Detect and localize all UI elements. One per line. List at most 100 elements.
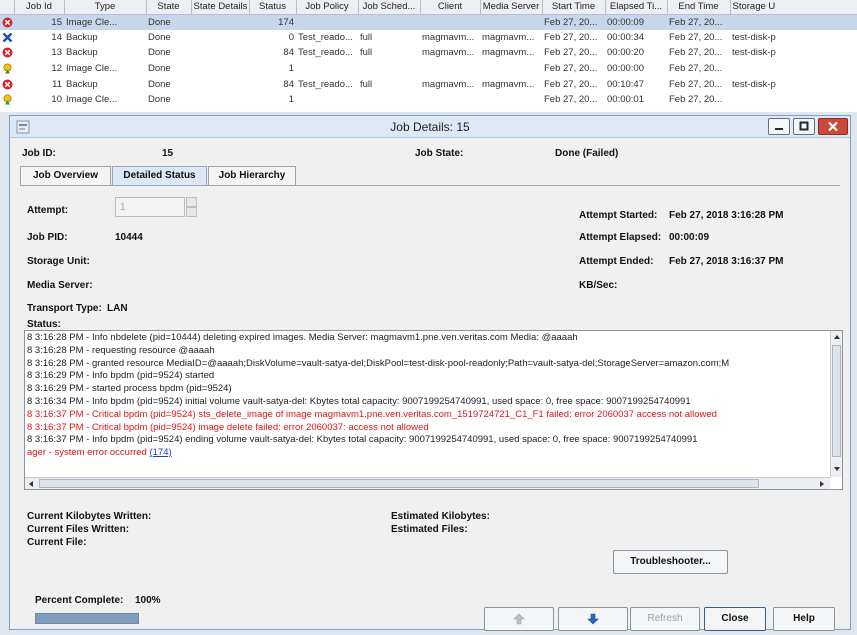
cell-media-server: magmavm... — [482, 78, 535, 90]
cell-end: Feb 27, 20... — [669, 63, 723, 75]
cell-schedule: full — [360, 78, 373, 90]
column-header[interactable]: Type — [64, 0, 147, 15]
error-icon — [2, 79, 13, 90]
cell-client: magmavm... — [422, 78, 475, 90]
cell-job-id: 13 — [51, 47, 62, 59]
scroll-up-icon[interactable] — [831, 331, 843, 343]
log-line: 8 3:16:37 PM - Critical bpdm (pid=9524) … — [27, 421, 429, 433]
table-row[interactable]: 10 Image Cle... Done 1 Feb 27, 20... 00:00:01… — [0, 92, 857, 108]
tab-divider — [20, 185, 840, 186]
close-window-button[interactable] — [818, 118, 848, 135]
cell-elapsed: 00:00:34 — [607, 31, 644, 43]
dialog-titlebar[interactable]: Job Details: 15 — [10, 116, 850, 138]
column-header[interactable]: Job Sched... — [358, 0, 421, 15]
horizontal-scroll-thumb[interactable] — [39, 479, 759, 488]
scroll-down-icon[interactable] — [831, 463, 843, 475]
column-header[interactable]: Start Time — [542, 0, 606, 15]
table-row[interactable]: 14 Backup Done 0 Test_reado... full magmavm...… — [0, 30, 857, 46]
cell-schedule — [358, 61, 420, 77]
transport-type-label: Transport Type: — [27, 303, 102, 314]
cell-media-server: magmavm... — [482, 31, 535, 43]
status-log[interactable]: 8 3:16:28 PM - Info nbdelete (pid=10444)… — [24, 330, 843, 490]
cell-status: 1 — [288, 63, 294, 75]
scroll-left-icon[interactable] — [25, 478, 37, 490]
table-row[interactable]: 15 Image Cle... Done 174 Feb 27, 20... 00:00:… — [0, 14, 857, 30]
current-kb-written-label: Current Kilobytes Written: — [27, 511, 152, 522]
column-header[interactable]: State Details — [191, 0, 250, 15]
cell-state: Done — [148, 47, 171, 59]
cell-state-details — [191, 45, 249, 61]
column-header[interactable]: State — [146, 0, 192, 15]
warning-icon — [2, 94, 13, 105]
cell-state: Done — [148, 31, 171, 43]
cell-elapsed: 00:00:20 — [607, 47, 644, 59]
horizontal-scrollbar[interactable] — [25, 477, 830, 489]
status-code-link[interactable]: (174) — [149, 447, 171, 458]
cell-state: Done — [146, 14, 191, 30]
log-line: 8 3:16:28 PM - granted resource MediaID=… — [27, 357, 730, 369]
cell-end: Feb 27, 20... — [669, 78, 723, 90]
column-header[interactable]: Job Policy — [296, 0, 359, 15]
spin-down-button[interactable] — [186, 207, 197, 217]
log-line: 8 3:16:28 PM - requesting resource @aaaa… — [27, 344, 215, 356]
job-id-label: Job ID: — [22, 148, 56, 159]
vertical-scrollbar[interactable] — [830, 331, 842, 477]
attempt-input[interactable] — [115, 197, 185, 217]
attempt-spinner[interactable] — [115, 197, 197, 217]
tab-job-overview[interactable]: Job Overview — [20, 166, 111, 185]
job-table-header: Job Id Type State State Details Status J… — [0, 0, 857, 15]
cell-start: Feb 27, 20... — [544, 63, 598, 75]
table-row[interactable]: 13 Backup Done 84 Test_reado... full magmavm..… — [0, 45, 857, 61]
cell-client — [420, 61, 480, 77]
refresh-button[interactable]: Refresh — [630, 607, 700, 631]
maximize-button[interactable] — [793, 118, 815, 135]
status-label: Status: — [27, 319, 61, 330]
column-header[interactable]: End Time — [667, 0, 731, 15]
column-header[interactable]: Elapsed Ti... — [605, 0, 668, 15]
cell-elapsed: 00:10:47 — [607, 78, 644, 90]
job-table[interactable]: Job Id Type State State Details Status J… — [0, 0, 857, 112]
cell-elapsed: 00:00:01 — [607, 94, 644, 106]
cell-state-details — [191, 30, 249, 46]
cell-type: Image Cle... — [66, 63, 118, 75]
column-header-icon[interactable] — [0, 0, 15, 15]
cancelled-icon — [2, 32, 13, 43]
column-header[interactable]: Client — [420, 0, 481, 15]
row-status-cell — [0, 14, 14, 30]
scroll-right-icon[interactable] — [816, 478, 828, 490]
previous-attempt-button[interactable] — [484, 607, 554, 631]
help-button[interactable]: Help — [773, 607, 835, 631]
cell-media-server — [480, 92, 542, 108]
percent-complete-label: Percent Complete: — [35, 595, 124, 606]
column-header[interactable]: Status — [249, 0, 297, 15]
spin-up-button[interactable] — [186, 197, 197, 207]
column-header[interactable]: Media Server — [480, 0, 543, 15]
cell-end: Feb 27, 20... — [667, 14, 730, 30]
vertical-scroll-thumb[interactable] — [832, 345, 841, 457]
column-header[interactable]: Job Id — [14, 0, 65, 15]
cell-state-details — [191, 92, 249, 108]
cell-policy — [296, 61, 358, 77]
tab-job-hierarchy[interactable]: Job Hierarchy — [208, 166, 296, 185]
cell-type: Image Cle... — [64, 14, 146, 30]
cell-status: 1 — [288, 94, 294, 106]
minimize-button[interactable] — [768, 118, 790, 135]
help-label: Help — [793, 613, 815, 624]
cell-storage — [730, 14, 857, 30]
arrow-up-icon — [513, 613, 525, 625]
close-label: Close — [721, 613, 749, 624]
tab-detailed-status[interactable]: Detailed Status — [112, 166, 207, 185]
maximize-icon — [799, 121, 809, 131]
table-row[interactable]: 11 Backup Done 84 Test_reado... full magmavm..… — [0, 76, 857, 92]
cell-type: Backup — [66, 47, 98, 59]
next-attempt-button[interactable] — [558, 607, 628, 631]
table-row[interactable]: 12 Image Cle... Done 1 Feb 27, 20... 00:00:00… — [0, 61, 857, 77]
error-icon — [2, 17, 13, 28]
cell-storage: test-disk-p — [732, 31, 776, 43]
cell-storage — [730, 92, 857, 108]
close-button[interactable]: Close — [704, 607, 766, 631]
troubleshooter-button[interactable]: Troubleshooter... — [613, 550, 728, 574]
job-pid-label: Job PID: — [27, 232, 68, 243]
cell-storage: test-disk-p — [732, 78, 776, 90]
column-header[interactable]: Storage U — [730, 0, 857, 15]
